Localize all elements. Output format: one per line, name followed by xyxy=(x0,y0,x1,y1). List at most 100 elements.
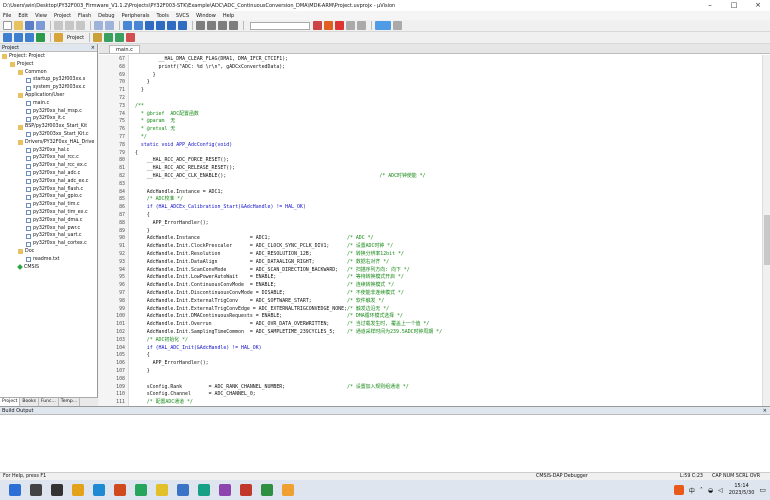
task-view-icon[interactable] xyxy=(51,484,63,496)
paste-icon[interactable] xyxy=(76,21,85,30)
code-line[interactable]: 111 /* 配置ADC通道 */ xyxy=(99,399,761,406)
clear-bookmarks-icon[interactable] xyxy=(178,21,187,30)
code-line[interactable]: 97 AdcHandle.Init.DiscontinuousConvMode … xyxy=(99,290,761,298)
tree-item[interactable]: py32f0xx_hal_rcc.c xyxy=(0,154,97,162)
breakpoint-icon[interactable] xyxy=(335,21,344,30)
select-software-packs-icon[interactable] xyxy=(126,33,136,42)
tree-item[interactable]: py32f0xx_hal_adc_ex.c xyxy=(0,178,97,186)
code-line[interactable]: 77 */ xyxy=(99,134,761,142)
code-line[interactable]: 108 xyxy=(99,376,761,384)
app-icon[interactable] xyxy=(240,484,252,496)
minimize-button[interactable]: – xyxy=(698,0,722,11)
code-area[interactable]: 67 __HAL_DMA_CLEAR_FLAG(DMA1, DMA_IFCR_C… xyxy=(99,55,761,406)
tree-item[interactable]: Project: Project xyxy=(0,53,97,61)
configure-icon[interactable] xyxy=(393,21,402,30)
tree-item[interactable]: readme.txt xyxy=(0,256,97,264)
disable-breakpoint-icon[interactable] xyxy=(346,21,355,30)
tree-item[interactable]: Common xyxy=(0,69,97,77)
code-line[interactable]: 93 AdcHandle.Init.DataAlign = ADC_DATAAL… xyxy=(99,259,761,267)
code-line[interactable]: 106 APP_ErrorHandler(); xyxy=(99,360,761,368)
code-line[interactable]: 86 if (HAL_ADCEx_Calibration_Start(&AdcH… xyxy=(99,204,761,212)
code-line[interactable]: 102 AdcHandle.Init.SamplingTimeCommon = … xyxy=(99,329,761,337)
menu-file[interactable]: File xyxy=(3,13,11,19)
tree-item[interactable]: py32f0xx_hal_adc.c xyxy=(0,170,97,178)
new-file-icon[interactable] xyxy=(3,21,12,30)
save-icon[interactable] xyxy=(25,21,34,30)
code-line[interactable]: 109 sConfig.Rank = ADC_RANK_CHANNEL_NUMB… xyxy=(99,384,761,392)
comment-icon[interactable] xyxy=(218,21,227,30)
code-line[interactable]: 83 xyxy=(99,181,761,189)
uvision-icon[interactable] xyxy=(261,484,273,496)
ime-indicator[interactable]: 中 xyxy=(689,486,695,495)
pane-tab-func[interactable]: Func... xyxy=(39,398,59,406)
clear-breakpoints-icon[interactable] xyxy=(357,21,366,30)
ime-icon[interactable] xyxy=(673,485,684,495)
tree-item[interactable]: Doc xyxy=(0,248,97,256)
target-select[interactable]: Project xyxy=(67,35,84,41)
open-folder-icon[interactable] xyxy=(14,21,23,30)
rebuild-icon[interactable] xyxy=(25,33,34,42)
code-line[interactable]: 84 AdcHandle.Instance = ADC1; xyxy=(99,189,761,197)
network-icon[interactable]: ◒ xyxy=(708,487,713,494)
menu-svcs[interactable]: SVCS xyxy=(176,13,189,19)
copy-icon[interactable] xyxy=(65,21,74,30)
tree-item[interactable]: CMSIS xyxy=(0,264,97,272)
code-line[interactable]: 81 __HAL_RCC_ADC_RELEASE_RESET(); xyxy=(99,165,761,173)
tree-item[interactable]: py32f0xx_hal_gpio.c xyxy=(0,193,97,201)
windows-start-icon[interactable] xyxy=(9,484,21,496)
window-layout-icon[interactable] xyxy=(375,21,391,30)
tree-item[interactable]: py32f0xx_hal_dma.c xyxy=(0,217,97,225)
close-pane-icon[interactable]: × xyxy=(91,44,97,51)
code-line[interactable]: 96 AdcHandle.Init.ContinuousConvMode = E… xyxy=(99,282,761,290)
code-line[interactable]: 101 AdcHandle.Init.Overrun = ADC_OVR_DAT… xyxy=(99,321,761,329)
code-line[interactable]: 92 AdcHandle.Init.Resolution = ADC_RESOL… xyxy=(99,251,761,259)
code-line[interactable]: 88 APP_ErrorHandler(); xyxy=(99,220,761,228)
save-all-icon[interactable] xyxy=(36,21,45,30)
menu-window[interactable]: Window xyxy=(196,13,216,19)
volume-icon[interactable]: ◁ xyxy=(718,487,723,494)
prev-bookmark-icon[interactable] xyxy=(156,21,165,30)
code-line[interactable]: 103 /* ADC初始化 */ xyxy=(99,337,761,345)
menu-tools[interactable]: Tools xyxy=(157,13,169,19)
download-icon[interactable] xyxy=(36,33,45,42)
code-line[interactable]: 67 __HAL_DMA_CLEAR_FLAG(DMA1, DMA_IFCR_C… xyxy=(99,56,761,64)
menu-help[interactable]: Help xyxy=(223,13,234,19)
close-pane-icon[interactable]: × xyxy=(763,407,770,414)
edge-browser-icon[interactable] xyxy=(93,484,105,496)
code-line[interactable]: 82 __HAL_RCC_ADC_CLK_ENABLE(); /* ADC时钟使… xyxy=(99,173,761,181)
tree-item[interactable]: system_py32f003xx.c xyxy=(0,84,97,92)
code-line[interactable]: 80 __HAL_RCC_ADC_FORCE_RESET(); xyxy=(99,157,761,165)
tree-item[interactable]: py32f0xx_hal_pwr.c xyxy=(0,225,97,233)
menu-edit[interactable]: Edit xyxy=(18,13,28,19)
code-line[interactable]: 105 { xyxy=(99,352,761,360)
code-line[interactable]: 72 xyxy=(99,95,761,103)
tree-item[interactable]: py32f0xx_hal_rcc_ex.c xyxy=(0,162,97,170)
menu-project[interactable]: Project xyxy=(54,13,71,19)
code-line[interactable]: 110 sConfig.Channel = ADC_CHANNEL_0; xyxy=(99,391,761,399)
uncomment-icon[interactable] xyxy=(229,21,238,30)
tree-item[interactable]: py32f0xx_it.c xyxy=(0,115,97,123)
code-line[interactable]: 70 } xyxy=(99,79,761,87)
code-line[interactable]: 85 /* ADC校准 */ xyxy=(99,196,761,204)
tree-item[interactable]: py32f0xx_hal_cortex.c xyxy=(0,240,97,248)
tree-item[interactable]: py32f0xx_hal_tim_ex.c xyxy=(0,209,97,217)
debug-start-icon[interactable] xyxy=(324,21,333,30)
code-line[interactable]: 107 } xyxy=(99,368,761,376)
search-icon[interactable] xyxy=(30,484,42,496)
tree-item[interactable]: Project xyxy=(0,61,97,69)
find-combo[interactable] xyxy=(250,21,310,30)
target-options-icon[interactable] xyxy=(54,33,63,42)
close-button[interactable]: × xyxy=(746,0,770,11)
code-line[interactable]: 68 printf("ADC: %d \r\n", gADCxConverted… xyxy=(99,64,761,72)
app-icon[interactable] xyxy=(177,484,189,496)
code-line[interactable]: 104 if (HAL_ADC_Init(&AdcHandle) != HAL_… xyxy=(99,345,761,353)
pane-tab-temp[interactable]: Temp... xyxy=(59,398,81,406)
scrollbar-thumb[interactable] xyxy=(764,215,770,265)
tree-item[interactable]: py32f0xx_hal_flash.c xyxy=(0,186,97,194)
indent-icon[interactable] xyxy=(196,21,205,30)
target-options-icon-2[interactable] xyxy=(93,33,103,42)
find-in-files-icon[interactable] xyxy=(313,21,322,30)
bookmark-icon[interactable] xyxy=(145,21,154,30)
chevron-up-icon[interactable]: ˄ xyxy=(700,487,703,494)
tree-item[interactable]: py32f0xx_hal_tim.c xyxy=(0,201,97,209)
